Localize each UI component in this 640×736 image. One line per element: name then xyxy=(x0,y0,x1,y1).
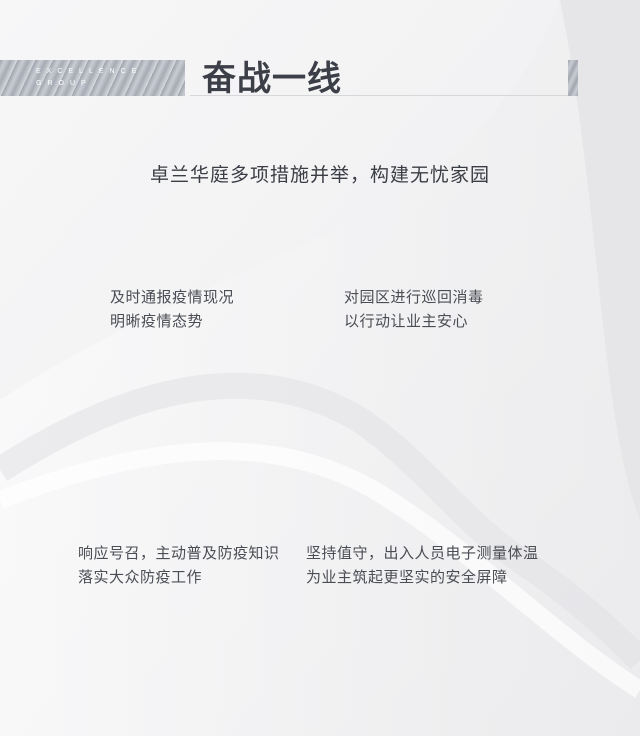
measure-line: 及时通报疫情现况 xyxy=(110,288,235,306)
measure-line: 响应号召，主动普及防疫知识 xyxy=(78,544,280,562)
group-tag: EXCELLENCE GROUP xyxy=(36,66,176,90)
measure-line: 落实大众防疫工作 xyxy=(78,568,203,586)
background-silk-curves xyxy=(0,0,640,736)
measure-line: 以行动让业主安心 xyxy=(344,312,469,330)
page-title: 奋战一线 xyxy=(202,59,342,99)
measure-line: 明晰疫情态势 xyxy=(110,312,204,330)
measure-item: 坚持值守，出入人员电子测量体温 为业主筑起更坚实的安全屏障 xyxy=(306,541,539,589)
measure-item: 响应号召，主动普及防疫知识 落实大众防疫工作 xyxy=(78,541,280,589)
measure-line: 坚持值守，出入人员电子测量体温 xyxy=(306,544,539,562)
header-right-accent xyxy=(568,60,578,96)
group-tag-line2: GROUP xyxy=(36,80,92,87)
group-tag-line1: EXCELLENCE xyxy=(36,68,143,75)
measure-item: 对园区进行巡回消毒 以行动让业主安心 xyxy=(344,285,484,333)
measure-item: 及时通报疫情现况 明晰疫情态势 xyxy=(110,285,234,333)
measure-line: 对园区进行巡回消毒 xyxy=(344,288,484,306)
measure-line: 为业主筑起更坚实的安全屏障 xyxy=(306,568,508,586)
subtitle: 卓兰华庭多项措施并举，构建无忧家园 xyxy=(149,164,490,186)
